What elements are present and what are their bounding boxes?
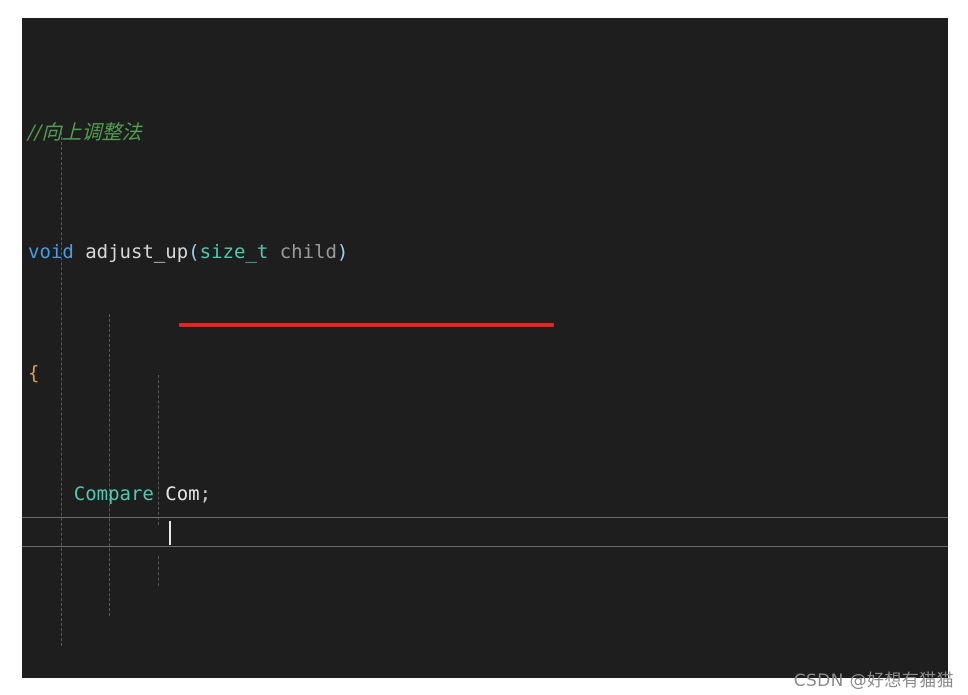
paren-open: ( bbox=[188, 241, 200, 264]
code-editor[interactable]: //向上调整法 void adjust_up(size_t child) { C… bbox=[22, 18, 948, 678]
screenshot-page: //向上调整法 void adjust_up(size_t child) { C… bbox=[0, 0, 968, 695]
function-name-adjust-up: adjust_up bbox=[85, 241, 189, 264]
code-line-5-blank bbox=[22, 600, 948, 630]
code-line-3: { bbox=[22, 358, 948, 388]
indent-guide-level-3b bbox=[158, 556, 159, 586]
red-underline-annotation bbox=[179, 323, 554, 327]
code-line-2: void adjust_up(size_t child) bbox=[22, 237, 948, 267]
code-line-4: Compare Com; bbox=[22, 479, 948, 509]
param-child: child bbox=[279, 241, 337, 264]
brace-open-fn: { bbox=[28, 362, 40, 385]
indent-guide-level-1 bbox=[61, 132, 62, 646]
paren-close: ) bbox=[336, 241, 349, 264]
code-content[interactable]: //向上调整法 void adjust_up(size_t child) { C… bbox=[22, 18, 948, 678]
type-size-t: size_t bbox=[199, 241, 269, 264]
csdn-watermark: CSDN @好想有猫猫 bbox=[793, 671, 954, 691]
text-caret bbox=[169, 521, 171, 545]
code-line-1: //向上调整法 bbox=[22, 117, 948, 147]
keyword-void: void bbox=[28, 241, 74, 264]
type-compare: Compare bbox=[73, 483, 154, 505]
semicolon: ; bbox=[199, 483, 212, 505]
var-com: Com bbox=[165, 483, 200, 505]
comment-token: //向上调整法 bbox=[28, 119, 142, 144]
